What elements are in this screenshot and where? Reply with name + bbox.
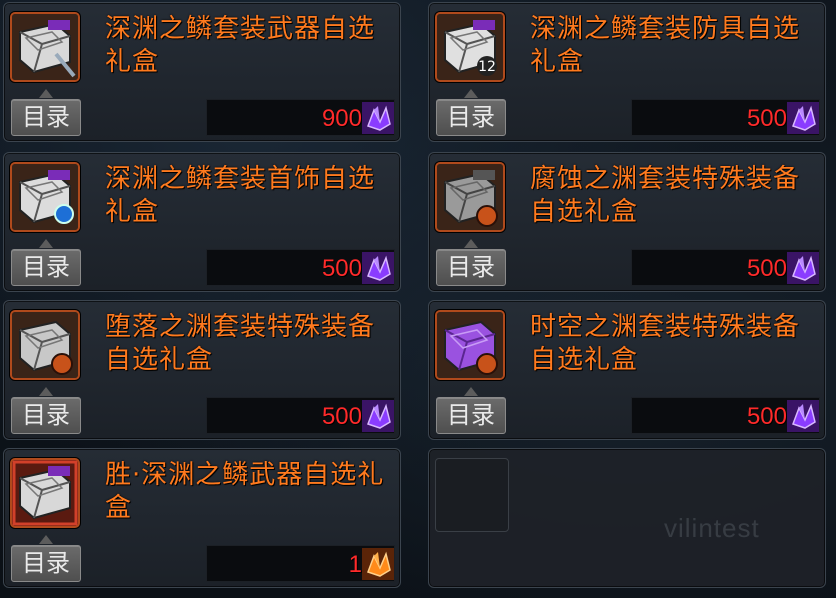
item-name: 堕落之渊套装特殊装备自选礼盒 — [105, 312, 376, 375]
catalog-button[interactable]: 目录 — [11, 249, 81, 286]
accessory-box-icon[interactable] — [10, 162, 80, 232]
item-price: 500 — [746, 403, 787, 430]
special-box-icon[interactable] — [10, 310, 80, 380]
pointer-arrow — [39, 387, 53, 396]
shop-item-card[interactable]: 目录 时空之渊套装特殊装备自选礼盒 500 — [428, 300, 826, 440]
pointer-arrow — [39, 89, 53, 98]
special-box-icon[interactable] — [435, 162, 505, 232]
catalog-button[interactable]: 目录 — [11, 397, 81, 434]
pointer-arrow — [464, 387, 478, 396]
shop-item-card[interactable]: 目录 堕落之渊套装特殊装备自选礼盒 500 — [3, 300, 401, 440]
price-field: 500 — [631, 249, 820, 286]
shop-item-card[interactable]: 目录 深渊之鳞套装首饰自选礼盒 500 — [3, 152, 401, 292]
item-name: 腐蚀之渊套装特殊装备自选礼盒 — [530, 164, 801, 227]
item-name: 深渊之鳞套装防具自选礼盒 — [530, 14, 801, 77]
purple-crystal-icon — [362, 252, 394, 284]
price-field: 900 — [206, 99, 395, 136]
pointer-arrow — [39, 239, 53, 248]
item-price: 500 — [746, 255, 787, 282]
price-field: 1 — [206, 545, 395, 582]
item-price: 1 — [348, 551, 362, 578]
special-box-icon[interactable] — [435, 310, 505, 380]
purple-crystal-icon — [787, 400, 819, 432]
item-name: 时空之渊套装特殊装备自选礼盒 — [530, 312, 801, 375]
item-price: 500 — [746, 105, 787, 132]
catalog-button[interactable]: 目录 — [436, 249, 506, 286]
purple-crystal-icon — [787, 252, 819, 284]
shop-item-grid: 目录 深渊之鳞套装武器自选礼盒 900 12 目录 深渊之鳞套装防具自选礼盒 5… — [0, 0, 836, 598]
shop-item-card[interactable]: 12 目录 深渊之鳞套装防具自选礼盒 500 — [428, 2, 826, 142]
weapon-box-icon[interactable] — [10, 12, 80, 82]
purple-crystal-icon — [362, 400, 394, 432]
item-name: 胜·深渊之鳞武器自选礼盒 — [105, 460, 385, 523]
victory-weapon-box-icon[interactable] — [10, 458, 80, 528]
item-name: 深渊之鳞套装武器自选礼盒 — [105, 14, 376, 77]
purple-crystal-icon — [362, 102, 394, 134]
shop-item-card[interactable]: 目录 胜·深渊之鳞武器自选礼盒 1 — [3, 448, 401, 588]
item-name: 深渊之鳞套装首饰自选礼盒 — [105, 164, 376, 227]
armor-box-icon[interactable]: 12 — [435, 12, 505, 82]
item-price: 900 — [321, 105, 362, 132]
watermark-text: vilintest — [664, 513, 760, 543]
pointer-arrow — [464, 89, 478, 98]
price-field: 500 — [631, 397, 820, 434]
empty-shop-slot: vilintest — [428, 448, 826, 588]
pointer-arrow — [39, 535, 53, 544]
svg-text:12: 12 — [478, 59, 496, 75]
shop-item-card[interactable]: 目录 深渊之鳞套装武器自选礼盒 900 — [3, 2, 401, 142]
catalog-button[interactable]: 目录 — [436, 99, 506, 136]
catalog-button[interactable]: 目录 — [436, 397, 506, 434]
item-price: 500 — [321, 403, 362, 430]
purple-crystal-icon — [787, 102, 819, 134]
item-price: 500 — [321, 255, 362, 282]
shop-item-card[interactable]: 目录 腐蚀之渊套装特殊装备自选礼盒 500 — [428, 152, 826, 292]
price-field: 500 — [206, 249, 395, 286]
catalog-button[interactable]: 目录 — [11, 99, 81, 136]
empty-item-slot — [435, 458, 509, 532]
price-field: 500 — [631, 99, 820, 136]
price-field: 500 — [206, 397, 395, 434]
pointer-arrow — [464, 239, 478, 248]
catalog-button[interactable]: 目录 — [11, 545, 81, 582]
orange-crystal-icon — [362, 548, 394, 580]
